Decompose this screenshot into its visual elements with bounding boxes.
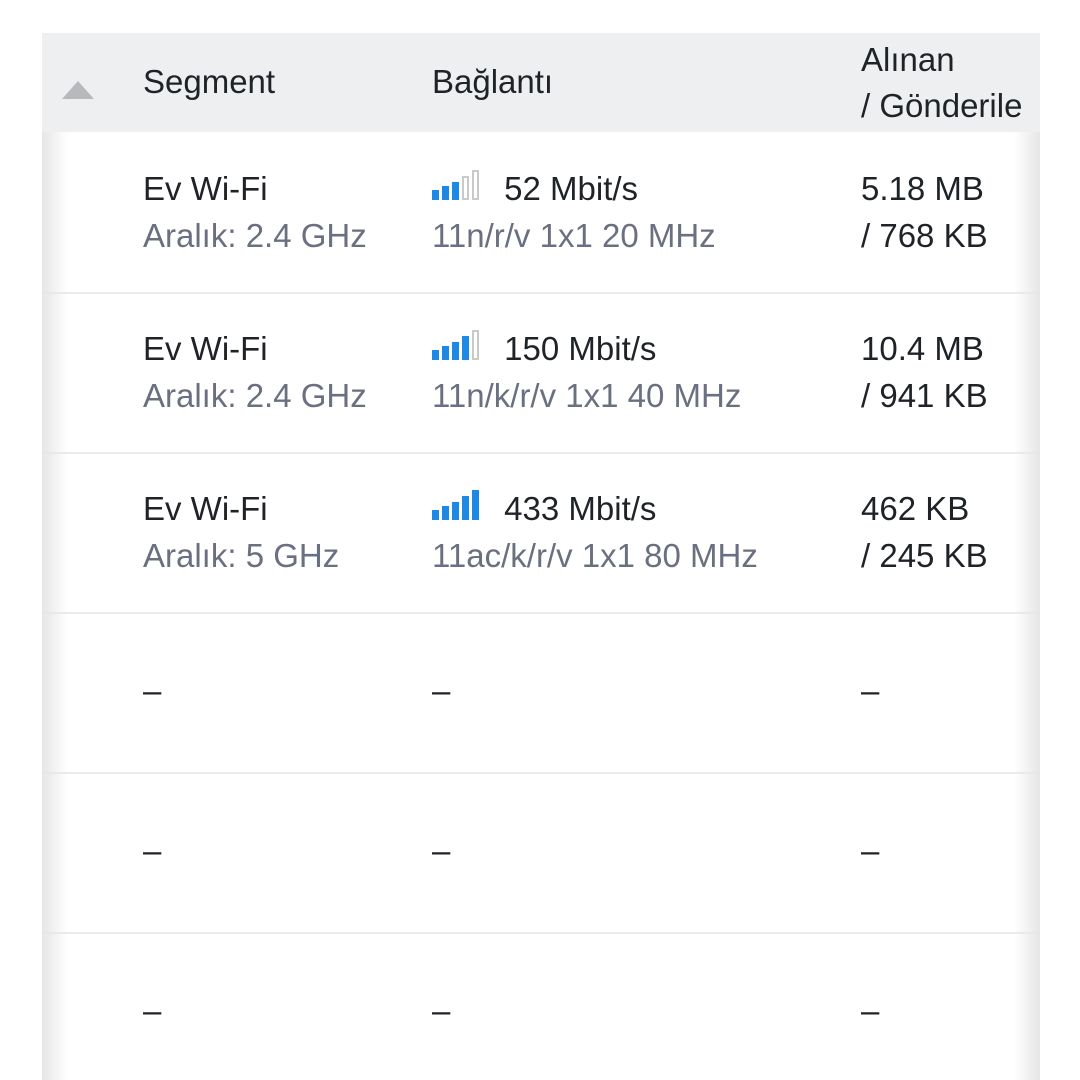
sent-value: / 245 KB — [861, 537, 988, 574]
connection-cell: 433 Mbit/s 11ac/k/r/v 1x1 80 MHz — [432, 485, 758, 579]
table-row[interactable]: Ev Wi-Fi Aralık: 5 GHz 433 Mbit/s 11ac/k… — [42, 452, 1040, 614]
signal-strength-icon — [432, 490, 479, 520]
column-header-received-sent[interactable]: Alınan / Gönderile — [861, 37, 1022, 129]
table-row[interactable]: Ev Wi-Fi Aralık: 2.4 GHz 150 Mbit/s 11n/… — [42, 292, 1040, 454]
sent-value: / 941 KB — [861, 377, 988, 414]
column-header-sent-label: / Gönderile — [861, 87, 1023, 124]
signal-strength-icon — [432, 170, 479, 200]
traffic-cell: 10.4 MB / 941 KB — [861, 325, 988, 419]
connection-mode: 11n/k/r/v 1x1 40 MHz — [432, 377, 742, 414]
table-row-empty[interactable]: – – – — [42, 932, 1040, 1080]
connection-placeholder: – — [432, 672, 451, 709]
traffic-placeholder: – — [861, 832, 880, 869]
signal-bar — [462, 496, 469, 520]
connection-mode: 11ac/k/r/v 1x1 80 MHz — [432, 537, 758, 574]
table-row-empty[interactable]: – – – — [42, 612, 1040, 774]
segment-cell: Ev Wi-Fi Aralık: 5 GHz — [143, 485, 339, 579]
traffic-placeholder: – — [861, 992, 880, 1029]
signal-bar — [462, 336, 469, 360]
signal-bar — [452, 182, 459, 200]
received-value: 462 KB — [861, 490, 970, 527]
sent-value: / 768 KB — [861, 217, 988, 254]
segment-table: Segment Bağlantı Alınan / Gönderile Ev W… — [42, 33, 1040, 1080]
column-header-received-label: Alınan — [861, 41, 955, 78]
signal-bar — [442, 506, 449, 520]
segment-band: Aralık: 2.4 GHz — [143, 377, 367, 414]
signal-bar — [472, 330, 479, 360]
column-header-segment[interactable]: Segment — [143, 59, 275, 105]
received-value: 10.4 MB — [861, 330, 984, 367]
segment-cell: Ev Wi-Fi Aralık: 2.4 GHz — [143, 165, 367, 259]
segment-name: Ev Wi-Fi — [143, 170, 268, 207]
signal-bar — [462, 176, 469, 200]
signal-bar — [452, 342, 459, 360]
segment-placeholder: – — [143, 832, 162, 869]
segment-name: Ev Wi-Fi — [143, 490, 268, 527]
signal-bar — [442, 186, 449, 200]
connection-placeholder: – — [432, 992, 451, 1029]
connection-speed: 52 Mbit/s — [504, 170, 639, 207]
segment-placeholder: – — [143, 992, 162, 1029]
received-value: 5.18 MB — [861, 170, 984, 207]
segment-placeholder: – — [143, 672, 162, 709]
signal-bar — [432, 190, 439, 200]
traffic-cell: 5.18 MB / 768 KB — [861, 165, 988, 259]
connection-speed: 150 Mbit/s — [504, 330, 657, 367]
segment-band: Aralık: 5 GHz — [143, 537, 340, 574]
signal-strength-icon — [432, 330, 479, 360]
column-header-connection[interactable]: Bağlantı — [432, 59, 553, 105]
segment-cell: Ev Wi-Fi Aralık: 2.4 GHz — [143, 325, 367, 419]
connection-mode: 11n/r/v 1x1 20 MHz — [432, 217, 716, 254]
connection-cell: 52 Mbit/s 11n/r/v 1x1 20 MHz — [432, 165, 716, 259]
signal-bar — [472, 170, 479, 200]
traffic-placeholder: – — [861, 672, 880, 709]
segment-band: Aralık: 2.4 GHz — [143, 217, 367, 254]
signal-bar — [452, 502, 459, 520]
signal-bar — [472, 490, 479, 520]
signal-bar — [432, 510, 439, 520]
connection-speed: 433 Mbit/s — [504, 490, 657, 527]
connection-placeholder: – — [432, 832, 451, 869]
connection-cell: 150 Mbit/s 11n/k/r/v 1x1 40 MHz — [432, 325, 741, 419]
signal-bar — [442, 346, 449, 360]
table-header: Segment Bağlantı Alınan / Gönderile — [42, 33, 1040, 132]
sort-ascending-icon[interactable] — [62, 81, 94, 99]
traffic-cell: 462 KB / 245 KB — [861, 485, 988, 579]
table-row[interactable]: Ev Wi-Fi Aralık: 2.4 GHz 52 Mbit/s 11n/r… — [42, 132, 1040, 294]
signal-bar — [432, 350, 439, 360]
segment-name: Ev Wi-Fi — [143, 330, 268, 367]
table-row-empty[interactable]: – – – — [42, 772, 1040, 934]
